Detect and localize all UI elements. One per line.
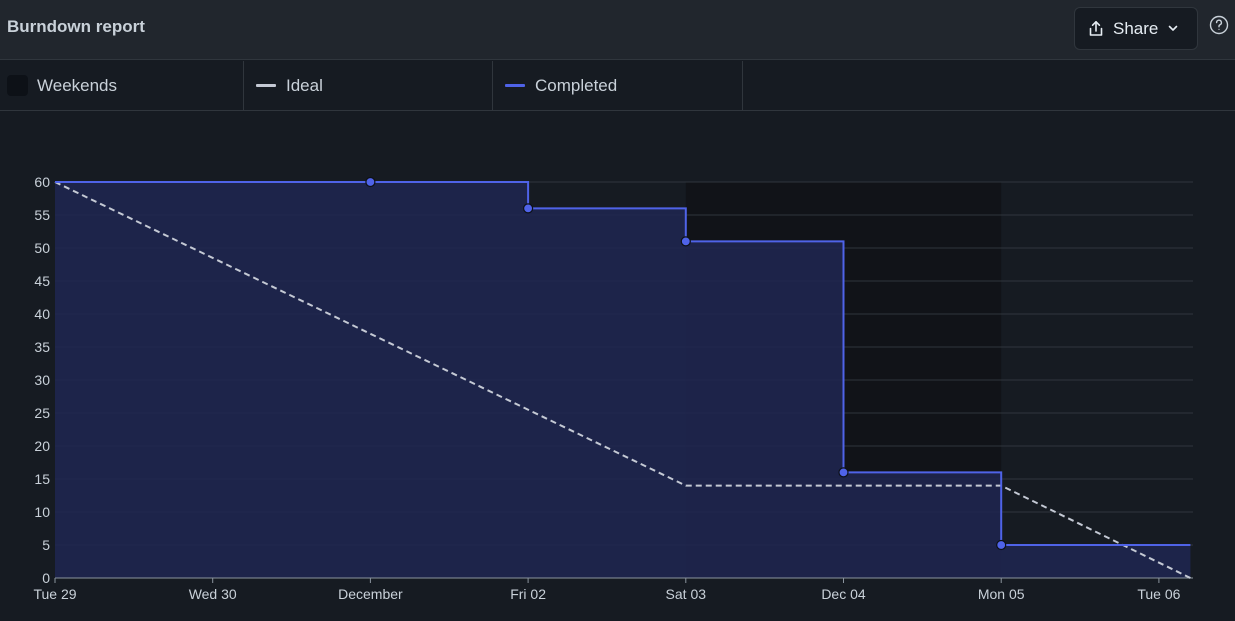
y-tick-label: 50: [34, 240, 50, 256]
page-title: Burndown report: [7, 17, 145, 36]
y-tick-label: 15: [34, 471, 50, 487]
y-tick-label: 55: [34, 207, 50, 223]
y-tick-label: 40: [34, 306, 50, 322]
share-label: Share: [1113, 18, 1159, 38]
y-tick-label: 35: [34, 339, 50, 355]
completed-point: [365, 176, 376, 188]
help-icon[interactable]: [1209, 15, 1229, 40]
x-tick-label: Dec 04: [821, 586, 866, 602]
share-button[interactable]: Share: [1074, 7, 1198, 50]
y-tick-label: 30: [34, 372, 50, 388]
y-tick-label: 5: [42, 537, 50, 553]
completed-point: [522, 203, 534, 214]
y-tick-label: 0: [42, 570, 50, 586]
burndown-chart: 0 5 10 15 20 25 30 35 40 45 50 55 60 Tue 29 Wed 30 Dece…: [0, 111, 1235, 621]
y-tick-label: 45: [34, 273, 50, 289]
legend-item-weekends[interactable]: Weekends: [0, 61, 244, 110]
x-tick-label: December: [338, 586, 403, 602]
x-tick-label: Wed 30: [189, 586, 237, 602]
legend-label-weekends: Weekends: [37, 75, 118, 95]
completed-swatch: [505, 84, 525, 87]
legend-item-completed[interactable]: Completed: [493, 61, 743, 110]
report-header: Burndown report Share: [0, 0, 1235, 60]
weekends-swatch: [7, 75, 28, 96]
y-tick-label: 20: [34, 438, 50, 454]
x-tick-label: Mon 05: [978, 586, 1025, 602]
share-icon: [1088, 20, 1104, 37]
ideal-swatch: [256, 84, 276, 87]
chart-legend: Weekends Ideal Completed: [0, 61, 1235, 111]
completed-point: [838, 467, 849, 478]
completed-point: [680, 236, 691, 247]
x-tick-label: Tue 29: [33, 586, 76, 602]
x-tick-label: Sat 03: [666, 586, 707, 602]
completed-point: [996, 539, 1007, 551]
chevron-down-icon: [1168, 25, 1178, 32]
x-tick-label: Tue 06: [1137, 586, 1180, 602]
chart-svg: 0 5 10 15 20 25 30 35 40 45 50 55 60 Tue 29 Wed 30 Dece…: [33, 174, 1193, 602]
x-tick-label: Fri 02: [510, 586, 546, 602]
y-tick-label: 10: [34, 504, 50, 520]
legend-item-ideal[interactable]: Ideal: [244, 61, 493, 110]
y-tick-label: 25: [34, 405, 50, 421]
legend-label-ideal: Ideal: [286, 75, 323, 95]
legend-label-completed: Completed: [535, 75, 618, 95]
y-tick-label: 60: [34, 174, 50, 190]
